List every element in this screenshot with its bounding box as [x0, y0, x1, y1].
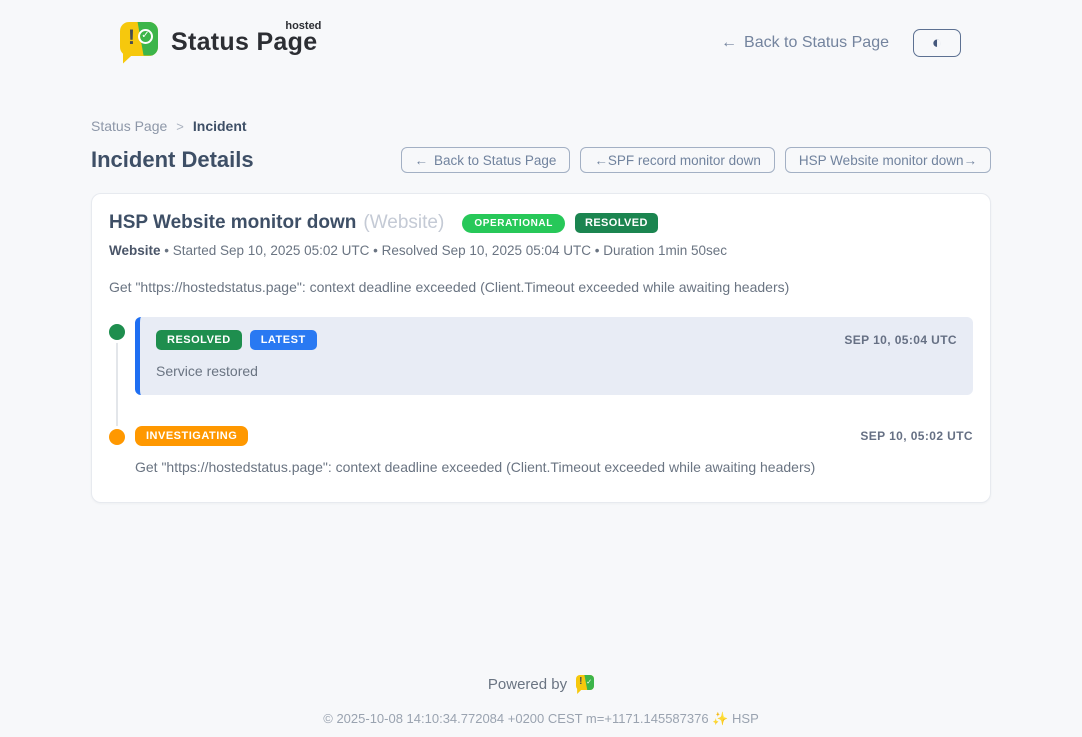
exclamation-icon: !	[579, 676, 582, 687]
footer: Powered by ! ✓ © 2025-10-08 14:10:34.772…	[0, 675, 1082, 727]
sparkles-icon: ✨	[712, 711, 728, 726]
header-actions: ← Back to Status Page ◐	[721, 29, 961, 57]
copyright-text: © 2025-10-08 14:10:34.772084 +0200 CEST …	[323, 711, 708, 726]
timeline-entry-header: INVESTIGATING SEP 10, 05:02 UTC	[135, 426, 973, 446]
incident-component: (Website)	[363, 212, 444, 234]
powered-by-label: Powered by	[488, 676, 567, 693]
timeline-dot-investigating	[109, 429, 125, 445]
incident-meta: Website • Started Sep 10, 2025 05:02 UTC…	[109, 243, 973, 258]
timeline-timestamp: SEP 10, 05:04 UTC	[844, 333, 957, 347]
incident-nav-buttons: ← Back to Status Page ← SPF record monit…	[401, 147, 991, 173]
timeline-entry-resolved: RESOLVED LATEST SEP 10, 05:04 UTC Servic…	[109, 317, 973, 395]
logo-text: Status Page	[171, 28, 317, 56]
logo-wordmark: Status Page hosted	[171, 28, 317, 57]
operational-badge: OPERATIONAL	[462, 214, 565, 233]
main-content: Status Page > Incident Incident Details …	[91, 118, 991, 503]
breadcrumb-separator: >	[176, 119, 184, 134]
incident-title-row: HSP Website monitor down (Website) OPERA…	[109, 212, 973, 234]
incident-card: HSP Website monitor down (Website) OPERA…	[91, 193, 991, 503]
app-logo[interactable]: ! ✓ Status Page hosted	[120, 22, 317, 64]
theme-toggle-button[interactable]: ◐	[913, 29, 961, 57]
timeline-timestamp: SEP 10, 05:02 UTC	[860, 429, 973, 443]
timeline-dot-resolved	[109, 324, 125, 340]
back-to-status-page-button[interactable]: ← Back to Status Page	[401, 147, 571, 173]
copyright-line: © 2025-10-08 14:10:34.772084 +0200 CEST …	[0, 711, 1082, 727]
incident-description: Get "https://hostedstatus.page": context…	[109, 279, 973, 295]
page-title: Incident Details	[91, 147, 254, 173]
header: ! ✓ Status Page hosted ← Back to Status …	[0, 0, 1082, 70]
logo-superscript: hosted	[285, 20, 321, 32]
resolved-badge: RESOLVED	[575, 213, 658, 233]
breadcrumb-incident: Incident	[193, 118, 247, 134]
arrow-left-icon: ←	[721, 34, 737, 52]
previous-incident-button[interactable]: ← SPF record monitor down	[580, 147, 775, 173]
timeline-entry-investigating: INVESTIGATING SEP 10, 05:02 UTC Get "htt…	[109, 426, 973, 475]
resolved-status-badge: RESOLVED	[156, 330, 242, 350]
investigating-status-badge: INVESTIGATING	[135, 426, 248, 446]
back-to-status-page-link[interactable]: ← Back to Status Page	[721, 34, 889, 52]
status-page-app: ! ✓ Status Page hosted ← Back to Status …	[0, 0, 1082, 727]
timeline-update-card: RESOLVED LATEST SEP 10, 05:04 UTC Servic…	[135, 317, 973, 395]
heading-row: Incident Details ← Back to Status Page ←…	[91, 147, 991, 173]
meta-component: Website	[109, 243, 161, 258]
brand-text: HSP	[732, 711, 759, 726]
exclamation-icon: !	[128, 26, 135, 50]
status-page-logo-icon: ! ✓	[120, 22, 160, 64]
timeline-update-plain: INVESTIGATING SEP 10, 05:02 UTC Get "htt…	[135, 426, 973, 475]
incident-timeline: RESOLVED LATEST SEP 10, 05:04 UTC Servic…	[109, 317, 973, 475]
timeline-message: Service restored	[156, 363, 957, 379]
check-circle-icon: ✓	[138, 29, 153, 44]
breadcrumb-status-page[interactable]: Status Page	[91, 118, 167, 134]
logo-speech-bubble: ! ✓	[120, 22, 158, 56]
arrow-left-icon: ←	[415, 153, 429, 168]
breadcrumb: Status Page > Incident	[91, 118, 991, 134]
incident-title: HSP Website monitor down	[109, 212, 356, 234]
timeline-entry-header: RESOLVED LATEST SEP 10, 05:04 UTC	[156, 330, 957, 350]
timeline-message: Get "https://hostedstatus.page": context…	[135, 459, 973, 475]
timeline-badges: INVESTIGATING	[135, 426, 248, 446]
meta-details: • Started Sep 10, 2025 05:02 UTC • Resol…	[164, 243, 727, 258]
status-page-logo-icon-small[interactable]: ! ✓	[576, 675, 594, 694]
powered-by: Powered by ! ✓	[488, 675, 594, 694]
arrow-right-icon: →	[964, 153, 978, 168]
next-incident-button[interactable]: HSP Website monitor down →	[785, 147, 991, 173]
arrow-left-icon: ←	[594, 153, 608, 168]
latest-badge: LATEST	[250, 330, 317, 350]
check-icon: ✓	[586, 678, 592, 686]
half-circle-contrast-icon: ◐	[932, 34, 942, 51]
timeline-badges: RESOLVED LATEST	[156, 330, 317, 350]
back-link-label: Back to Status Page	[744, 34, 889, 52]
